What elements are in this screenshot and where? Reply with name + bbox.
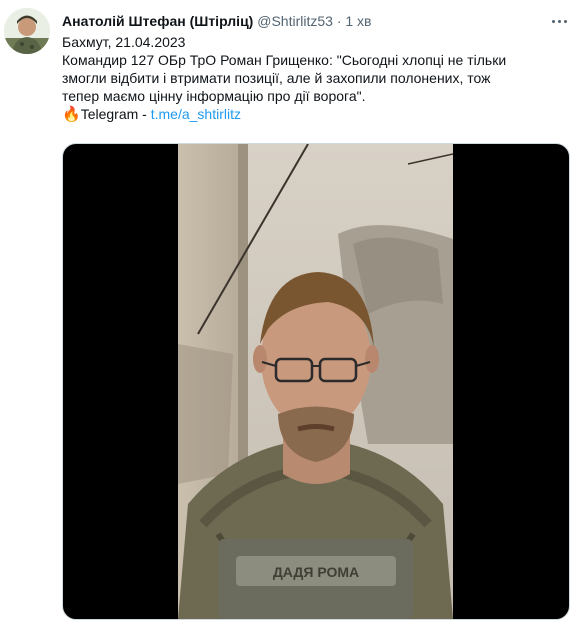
source-line: 🔥Telegram - t.me/a_shtirlitz [62,105,572,124]
tweet-text: Бахмут, 21.04.2023 Командир 127 ОБр ТрО … [62,33,572,124]
tweet-text-line: тепер маємо цінну інформацію про дії вор… [62,88,366,104]
timestamp[interactable]: 1 хв [345,13,371,29]
tweet-text-line: змогли відбити і втримати позиції, але й… [62,70,491,86]
avatar[interactable] [4,8,50,54]
tweet-header: Анатолій Штефан (Штірліц) @Shtirlitz53 ·… [62,12,372,30]
tweet[interactable]: Анатолій Штефан (Штірліц) @Shtirlitz53 ·… [0,0,588,620]
more-options-icon[interactable] [547,12,571,30]
video-player[interactable]: ДАДЯ РОМА [62,143,570,620]
author-name[interactable]: Анатолій Штефан (Штірліц) [62,13,253,29]
tweet-text-line: Бахмут, 21.04.2023 [62,34,186,50]
fire-icon: 🔥 [62,106,81,123]
separator-dot: · [336,13,342,29]
telegram-link[interactable]: t.me/a_shtirlitz [151,106,241,122]
source-prefix: Telegram - [80,106,151,122]
vest-patch-label: ДАДЯ РОМА [273,564,359,580]
video-frame: ДАДЯ РОМА [178,144,453,619]
author-handle[interactable]: @Shtirlitz53 [257,13,333,29]
tweet-text-line: Командир 127 ОБр ТрО Роман Грищенко: "Сь… [62,52,507,68]
